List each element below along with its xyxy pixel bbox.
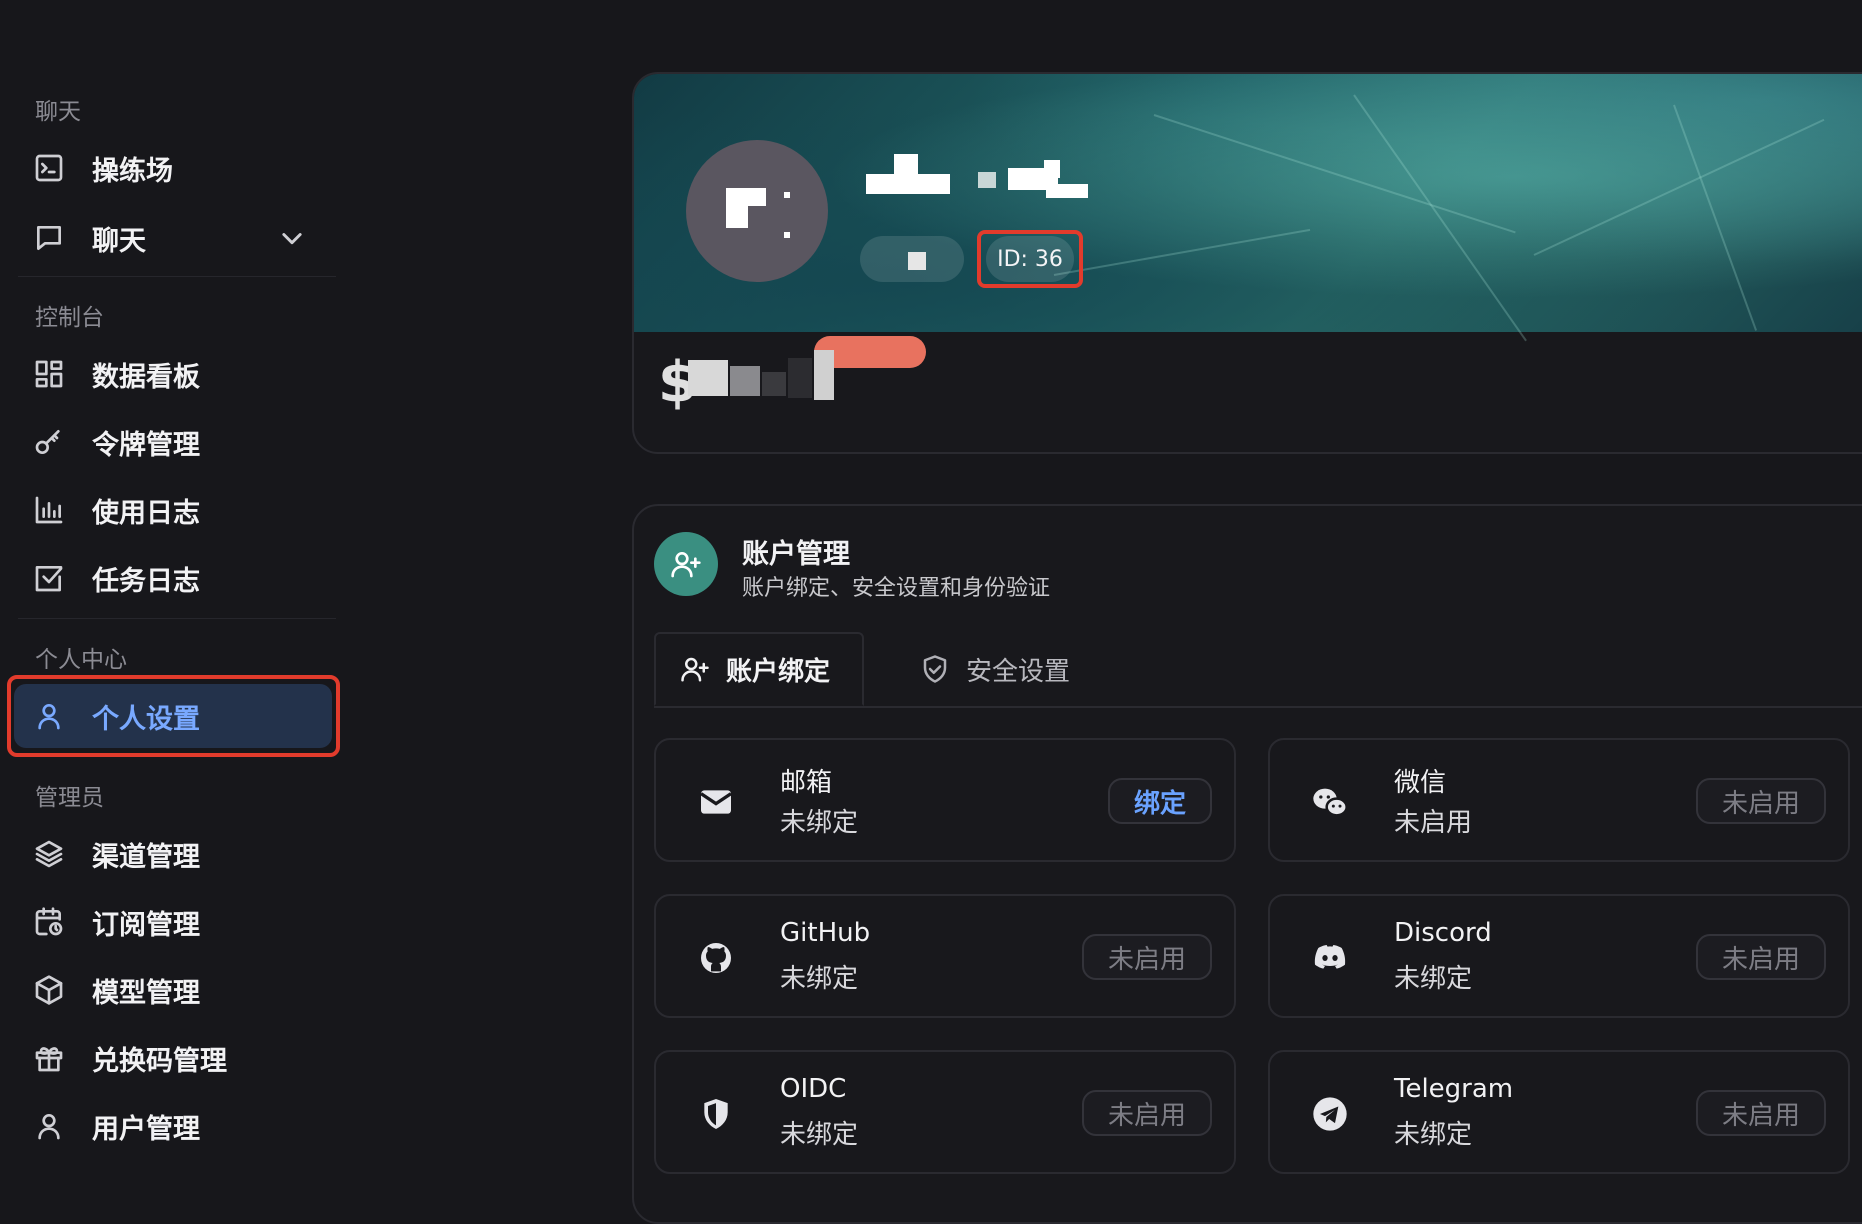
binding-status: 未绑定	[1394, 964, 1473, 994]
sidebar-item-channels[interactable]: 渠道管理	[0, 822, 340, 886]
binding-card-discord: Discord 未绑定 未启用	[1268, 894, 1850, 1018]
key-icon	[33, 426, 65, 458]
sidebar-item-label: 任务日志	[92, 565, 200, 597]
cube-icon	[33, 974, 65, 1006]
divider	[18, 618, 336, 619]
wechat-icon	[1310, 782, 1350, 822]
binding-name: GitHub	[780, 918, 871, 948]
discord-icon	[1310, 938, 1350, 978]
sidebar-item-label: 聊天	[92, 225, 146, 257]
tab-label: 账户绑定	[726, 656, 831, 687]
sidebar-item-task-log[interactable]: 任务日志	[0, 546, 340, 610]
user-plus-icon	[654, 532, 718, 596]
sidebar-item-label: 数据看板	[92, 361, 200, 393]
binding-status: 未绑定	[1394, 1120, 1473, 1150]
sidebar-item-label: 兑换码管理	[92, 1045, 227, 1077]
gift-icon	[33, 1042, 65, 1074]
tab-account-binding[interactable]: 账户绑定	[654, 632, 864, 706]
binding-name: OIDC	[780, 1074, 847, 1104]
sidebar-item-label: 操练场	[92, 155, 173, 187]
discord-disabled-button[interactable]: 未启用	[1695, 934, 1826, 980]
sidebar-item-label: 用户管理	[92, 1113, 200, 1145]
sidebar-item-label: 模型管理	[92, 977, 200, 1009]
sidebar-item-label: 使用日志	[92, 497, 200, 529]
profile-card: ID: 36 $	[632, 72, 1862, 454]
mail-icon	[696, 782, 736, 822]
section-title-admin: 管理员	[35, 785, 104, 811]
chat-bubble-icon	[33, 222, 65, 254]
sidebar-item-models[interactable]: 模型管理	[0, 958, 340, 1022]
username-redacted	[866, 154, 1088, 198]
sidebar-item-label: 渠道管理	[92, 841, 200, 873]
account-management-card: 账户管理 账户绑定、安全设置和身份验证 账户绑定 安全设置 邮箱 未绑定 绑定 …	[632, 504, 1862, 1224]
avatar	[686, 140, 828, 282]
sidebar-item-subscriptions[interactable]: 订阅管理	[0, 890, 340, 954]
sidebar-item-label: 令牌管理	[92, 429, 200, 461]
user-icon	[33, 1110, 65, 1142]
telegram-disabled-button[interactable]: 未启用	[1695, 1090, 1826, 1136]
sidebar-item-playground[interactable]: 操练场	[0, 136, 340, 200]
binding-status: 未绑定	[780, 1120, 859, 1150]
account-title: 账户管理	[742, 539, 850, 570]
layers-icon	[33, 838, 65, 870]
sidebar-item-redeem-codes[interactable]: 兑换码管理	[0, 1026, 340, 1090]
binding-name: Telegram	[1394, 1074, 1514, 1104]
divider	[18, 276, 336, 277]
tab-label: 安全设置	[966, 656, 1071, 687]
sidebar-item-dashboard[interactable]: 数据看板	[0, 342, 340, 406]
sidebar-item-usage-log[interactable]: 使用日志	[0, 478, 340, 542]
binding-status: 未绑定	[780, 808, 859, 838]
binding-name: 邮箱	[780, 768, 833, 798]
binding-card-github: GitHub 未绑定 未启用	[654, 894, 1236, 1018]
binding-status: 未启用	[1394, 808, 1473, 838]
binding-card-wechat: 微信 未启用 未启用	[1268, 738, 1850, 862]
role-badge	[860, 236, 964, 282]
shield-icon	[696, 1094, 736, 1134]
section-title-chat: 聊天	[35, 99, 81, 125]
bar-chart-icon	[33, 494, 65, 526]
sidebar: 聊天 操练场 聊天 控制台 数据看板 令牌管理 使用日志 任务日志 个人中心 个…	[0, 0, 340, 1190]
sidebar-item-users[interactable]: 用户管理	[0, 1094, 340, 1158]
github-icon	[696, 938, 736, 978]
telegram-icon	[1310, 1094, 1350, 1134]
user-plus-icon	[680, 654, 710, 684]
binding-card-email: 邮箱 未绑定 绑定	[654, 738, 1236, 862]
account-subtitle: 账户绑定、安全设置和身份验证	[742, 576, 1051, 601]
github-disabled-button[interactable]: 未启用	[1081, 934, 1212, 980]
bind-email-button[interactable]: 绑定	[1107, 778, 1212, 824]
sidebar-item-chat[interactable]: 聊天	[0, 206, 340, 270]
binding-name: Discord	[1394, 918, 1492, 948]
dashboard-grid-icon	[33, 358, 65, 390]
highlight-annotation	[7, 675, 340, 757]
binding-card-telegram: Telegram 未绑定 未启用	[1268, 1050, 1850, 1174]
account-tabs: 账户绑定 安全设置	[654, 632, 1862, 708]
section-title-console: 控制台	[35, 305, 104, 331]
binding-status: 未绑定	[780, 964, 859, 994]
terminal-icon	[33, 152, 65, 184]
balance-redacted: $	[658, 350, 868, 415]
sidebar-item-label: 订阅管理	[92, 909, 200, 941]
calendar-clock-icon	[33, 906, 65, 938]
sidebar-item-tokens[interactable]: 令牌管理	[0, 410, 340, 474]
binding-name: 微信	[1394, 768, 1447, 798]
oidc-disabled-button[interactable]: 未启用	[1081, 1090, 1212, 1136]
chevron-down-icon[interactable]	[278, 224, 306, 252]
checkbox-icon	[33, 562, 65, 594]
shield-check-icon	[920, 654, 950, 684]
tab-security-settings[interactable]: 安全设置	[896, 632, 1116, 706]
binding-card-oidc: OIDC 未绑定 未启用	[654, 1050, 1236, 1174]
highlight-annotation	[977, 230, 1083, 288]
wechat-disabled-button[interactable]: 未启用	[1695, 778, 1826, 824]
section-title-personal: 个人中心	[35, 647, 127, 673]
